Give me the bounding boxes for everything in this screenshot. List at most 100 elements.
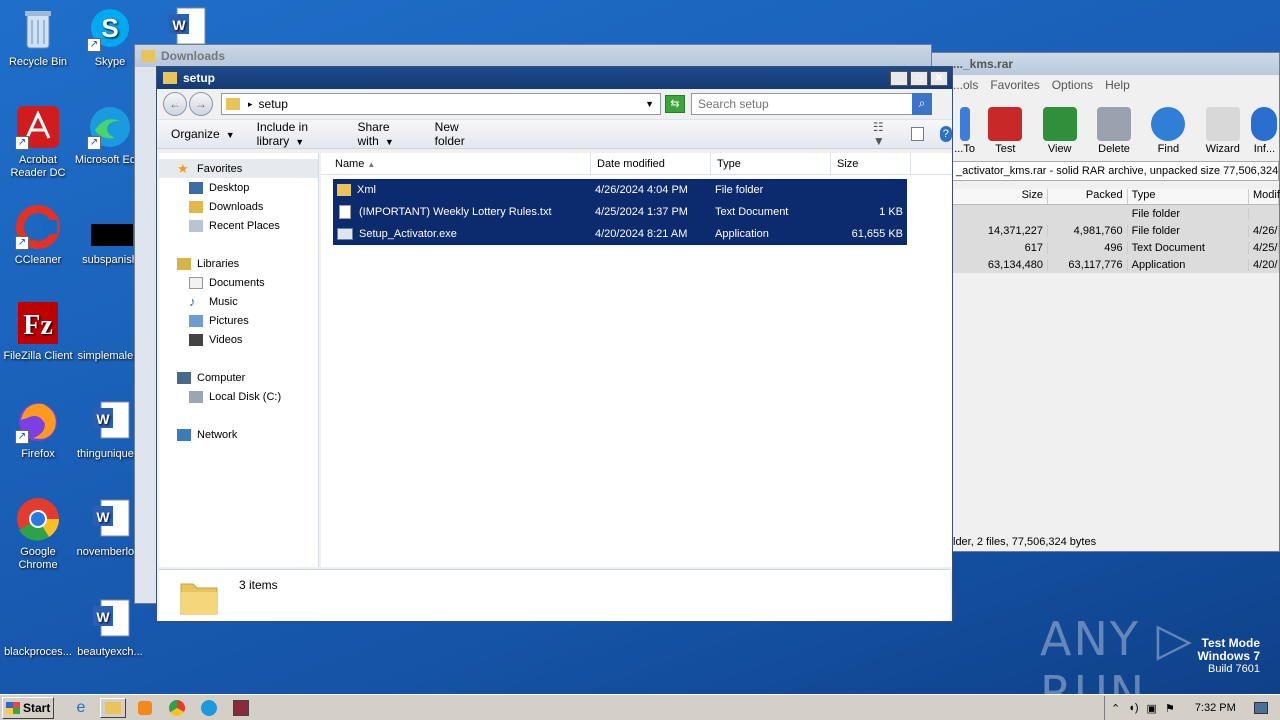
share-with-button[interactable]: Share with ▼ xyxy=(357,120,422,148)
desktop-icon-ccleaner[interactable]: ↗ CCleaner xyxy=(0,204,76,267)
search-icon[interactable]: ⌕ xyxy=(912,93,932,115)
ie-icon[interactable]: e xyxy=(68,698,94,718)
back-button[interactable]: ← xyxy=(163,92,187,116)
nav-pictures[interactable]: Pictures xyxy=(159,311,318,330)
menu-help[interactable]: Help xyxy=(1105,78,1130,92)
chrome-taskbar-icon[interactable] xyxy=(164,698,190,718)
column-name[interactable]: Name ▲ xyxy=(321,152,591,175)
network-tray-icon[interactable]: ▣ xyxy=(1147,702,1157,715)
edge-icon: ↗ xyxy=(87,104,133,150)
extract-to-button[interactable]: ...To xyxy=(951,107,978,155)
desktop-icon-recycle-bin[interactable]: Recycle Bin xyxy=(0,6,76,69)
nav-music[interactable]: ♪ Music xyxy=(159,292,318,311)
nav-desktop[interactable]: Desktop xyxy=(159,178,318,197)
folder-icon xyxy=(163,72,177,84)
acrobat-icon: ↗ xyxy=(15,104,61,150)
refresh-icon[interactable]: ⇆ xyxy=(665,95,685,113)
col-type[interactable]: Type xyxy=(1128,189,1249,204)
new-folder-button[interactable]: New folder xyxy=(435,120,489,148)
icon-label: CCleaner xyxy=(14,254,62,266)
desktop-icon-acrobat[interactable]: ↗ Acrobat Reader DC xyxy=(0,104,76,180)
large-folder-icon xyxy=(180,583,218,615)
wizard-button[interactable]: Wizard xyxy=(1196,107,1250,155)
organize-button[interactable]: Organize ▼ xyxy=(171,127,245,141)
column-type[interactable]: Type xyxy=(711,152,831,175)
black-file-icon xyxy=(87,204,133,250)
icon-label: beautyexch... xyxy=(77,646,143,658)
media-player-icon[interactable] xyxy=(132,698,158,718)
action-center-flag-icon[interactable]: ⚑ xyxy=(1165,702,1175,715)
search-box[interactable]: ⌕ xyxy=(691,93,932,115)
shortcut-arrow-icon: ↗ xyxy=(15,136,29,150)
column-size[interactable]: Size xyxy=(831,152,911,175)
desktop-icon-firefox[interactable]: ↗ Firefox xyxy=(0,398,76,461)
nav-videos[interactable]: Videos xyxy=(159,330,318,349)
test-button[interactable]: Test xyxy=(978,107,1032,155)
nav-documents[interactable]: Documents xyxy=(159,273,318,292)
desktop-icon-filezilla[interactable]: Fz FileZilla Client xyxy=(0,300,76,363)
filezilla-icon: Fz xyxy=(15,300,61,346)
close-button[interactable]: ✕ xyxy=(930,70,948,86)
help-icon[interactable]: ? xyxy=(939,126,953,142)
file-row[interactable]: Setup_Activator.exe 4/20/2024 8:21 AM Ap… xyxy=(333,223,907,245)
edge-taskbar-icon[interactable] xyxy=(196,698,222,718)
col-size[interactable]: Size xyxy=(952,189,1048,204)
file-row[interactable]: (IMPORTANT) Weekly Lottery Rules.txt 4/2… xyxy=(333,201,907,223)
setup-explorer-window[interactable]: setup _ □ ✕ ← → ▸ setup ▼ ⇆ ⌕ Organize▼ … xyxy=(156,66,953,622)
col-modified[interactable]: Modif xyxy=(1249,189,1280,204)
nav-network[interactable]: Network xyxy=(159,425,318,444)
breadcrumb[interactable]: setup xyxy=(259,97,646,111)
file-row[interactable]: Xml 4/26/2024 4:04 PM File folder xyxy=(333,179,907,201)
desktop-icon-blackproces[interactable]: blackproces... xyxy=(0,596,76,659)
windows-logo-icon xyxy=(6,701,20,714)
icon-label: FileZilla Client xyxy=(3,350,73,362)
menu-tools[interactable]: ...ols xyxy=(953,78,978,92)
folder-icon xyxy=(141,50,155,62)
menu-options[interactable]: Options xyxy=(1052,78,1093,92)
tray-expand-icon[interactable]: ⌃ xyxy=(1111,702,1120,715)
nav-libraries[interactable]: Libraries xyxy=(159,254,318,273)
maximize-button[interactable]: □ xyxy=(910,70,928,86)
explorer-taskbar-button[interactable] xyxy=(100,697,126,718)
test-mode-watermark: Test Mode Windows 7 Build 7601 xyxy=(1197,637,1260,676)
info-icon xyxy=(1251,107,1278,141)
col-packed[interactable]: Packed xyxy=(1048,189,1128,204)
nav-downloads[interactable]: Downloads xyxy=(159,197,318,216)
include-in-library-button[interactable]: Include in library ▼ xyxy=(257,120,346,148)
command-bar: Organize ▼ Include in library ▼ Share with… xyxy=(157,119,953,149)
desktop-icon-chrome[interactable]: Google Chrome xyxy=(0,496,76,572)
nav-local-disk[interactable]: Local Disk (C:) xyxy=(159,387,318,406)
address-bar[interactable]: ▸ setup ▼ xyxy=(221,93,661,115)
delete-button[interactable]: Delete xyxy=(1087,107,1141,155)
show-desktop-icon[interactable] xyxy=(1253,702,1268,714)
svg-text:S: S xyxy=(101,13,118,43)
preview-pane-icon[interactable] xyxy=(910,127,924,141)
clock[interactable]: 7:32 PM xyxy=(1195,702,1236,714)
address-dropdown-icon[interactable]: ▼ xyxy=(645,99,654,109)
watermark-line3: Build 7601 xyxy=(1208,663,1260,675)
view-options-icon[interactable]: ☷ ▼ xyxy=(873,120,893,148)
nav-recent-places[interactable]: Recent Places xyxy=(159,216,318,235)
view-button[interactable]: View xyxy=(1033,107,1087,155)
breadcrumb-chevron-icon[interactable]: ▸ xyxy=(248,99,253,110)
volume-icon[interactable]: ◖) xyxy=(1128,702,1138,714)
folder-icon xyxy=(105,701,121,714)
svg-text:Fz: Fz xyxy=(23,310,53,341)
setup-titlebar[interactable]: setup _ □ ✕ xyxy=(157,67,952,89)
shortcut-arrow-icon: ↗ xyxy=(87,136,101,150)
menu-favorites[interactable]: Favorites xyxy=(990,78,1039,92)
nav-computer[interactable]: Computer xyxy=(159,368,318,387)
desktop-icon-beautyexch[interactable]: W beautyexch... xyxy=(72,596,148,659)
winrar-taskbar-icon[interactable] xyxy=(228,698,254,718)
nav-favorites[interactable]: ★ Favorites xyxy=(159,159,318,178)
forward-button[interactable]: → xyxy=(189,92,213,116)
downloads-folder-icon xyxy=(189,200,203,213)
find-button[interactable]: Find xyxy=(1141,107,1195,155)
column-date-modified[interactable]: Date modified xyxy=(591,152,711,175)
start-button[interactable]: Start xyxy=(2,696,54,719)
downloads-titlebar[interactable]: Downloads xyxy=(135,45,931,67)
info-button[interactable]: Inf... xyxy=(1250,107,1279,155)
minimize-button[interactable]: _ xyxy=(890,70,908,86)
search-input[interactable] xyxy=(698,97,898,111)
icon-label: Firefox xyxy=(21,448,55,460)
